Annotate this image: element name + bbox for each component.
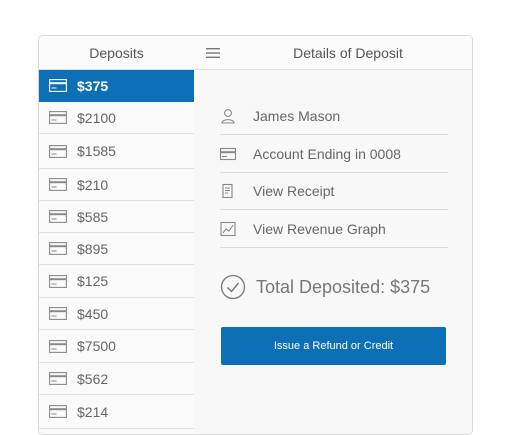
deposit-item[interactable]: $585 — [39, 201, 194, 233]
view-receipt-link[interactable]: View Receipt — [220, 173, 448, 210]
deposit-item[interactable]: $2100 — [39, 102, 194, 134]
account-label: Account Ending in 0008 — [253, 145, 401, 162]
card-icon — [49, 210, 67, 223]
menu-icon[interactable] — [206, 47, 220, 59]
total-deposited: Total Deposited: $375 — [220, 274, 430, 300]
details-panel: Details of Deposit James Mason Account E… — [194, 36, 472, 434]
deposits-header: Deposits — [39, 36, 194, 70]
deposit-amount: $375 — [77, 77, 109, 94]
deposit-amount: $125 — [77, 273, 109, 289]
total-deposited-text: Total Deposited: $375 — [256, 276, 431, 297]
deposit-item[interactable]: $895 — [39, 233, 194, 265]
graph-icon — [220, 221, 236, 236]
view-revenue-graph-label: View Revenue Graph — [253, 220, 386, 237]
card-icon — [49, 372, 67, 385]
customer-name-row: James Mason — [220, 97, 448, 135]
view-revenue-graph-link[interactable]: View Revenue Graph — [220, 210, 448, 248]
card-icon — [49, 339, 67, 353]
card-icon — [49, 307, 67, 320]
deposit-amount: $7500 — [77, 338, 116, 354]
card-icon — [49, 405, 67, 418]
deposit-amount: $210 — [77, 176, 109, 193]
user-icon — [221, 108, 235, 124]
details-list: James Mason Account Ending in 0008 View … — [220, 97, 448, 248]
issue-refund-button[interactable]: Issue a Refund or Credit — [221, 327, 446, 365]
card-icon — [49, 242, 67, 255]
check-circle-icon — [220, 274, 246, 300]
customer-name: James Mason — [253, 107, 341, 124]
deposit-item[interactable]: $562 — [39, 363, 194, 395]
deposit-amount: $1585 — [77, 143, 116, 159]
deposit-item[interactable]: $125 — [39, 265, 194, 298]
deposit-item[interactable]: $1585 — [39, 134, 194, 169]
card-icon — [49, 111, 67, 124]
details-header: Details of Deposit — [194, 36, 472, 70]
deposit-item[interactable]: $375 — [39, 70, 194, 102]
deposit-item[interactable]: $450 — [39, 298, 194, 330]
deposits-window: Deposits $375 $2100 $1585 $210 $585 $895 $125 $… — [38, 35, 473, 435]
deposit-item[interactable]: $210 — [39, 169, 194, 201]
deposit-item[interactable]: $7500 — [39, 330, 194, 363]
card-icon — [49, 144, 67, 158]
receipt-icon — [222, 183, 233, 199]
deposit-amount: $450 — [77, 305, 109, 322]
deposit-amount: $895 — [77, 240, 109, 257]
card-icon — [220, 147, 236, 160]
card-icon — [49, 274, 67, 288]
card-icon — [49, 178, 67, 191]
deposits-panel: Deposits $375 $2100 $1585 $210 $585 $895 $125 $… — [39, 36, 195, 434]
view-receipt-label: View Receipt — [253, 183, 335, 199]
details-title: Details of Deposit — [293, 45, 403, 61]
deposit-amount: $2100 — [77, 109, 116, 126]
deposit-amount: $585 — [77, 208, 109, 225]
deposit-amount: $214 — [77, 403, 109, 420]
card-icon — [49, 79, 67, 92]
deposit-item[interactable]: $214 — [39, 395, 194, 429]
account-row: Account Ending in 0008 — [220, 135, 448, 173]
deposit-amount: $562 — [77, 370, 109, 387]
deposits-list: $375 $2100 $1585 $210 $585 $895 $125 $450 $7500 $… — [39, 70, 194, 429]
